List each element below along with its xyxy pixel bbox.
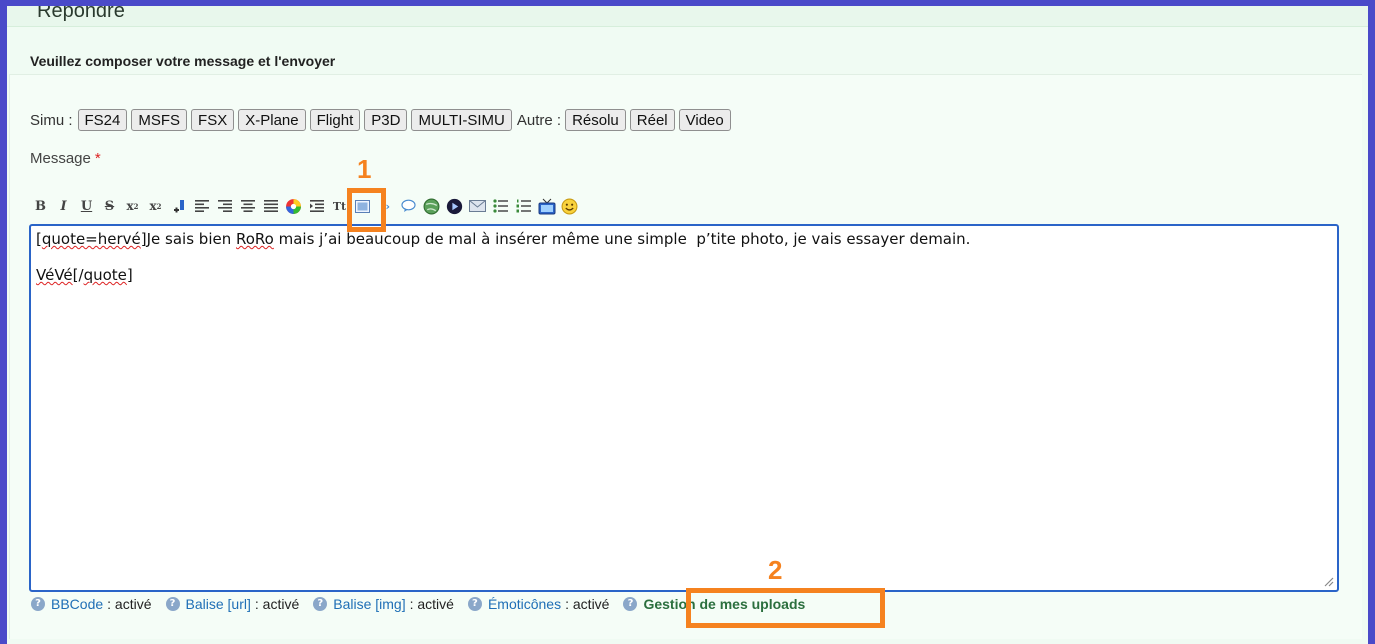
help-icon[interactable]: ? <box>467 597 482 611</box>
tag-button-multi-simu[interactable]: MULTI-SIMU <box>411 109 512 131</box>
status-img: ? Balise [img] : activé <box>313 596 454 612</box>
tag-button-reel[interactable]: Réel <box>629 109 675 131</box>
tag-button-video[interactable]: Video <box>678 109 731 131</box>
bbcode-toolbar: B I U S x2 x2 Tt ‹› <box>31 196 579 216</box>
status-url-value: : activé <box>254 596 300 612</box>
status-emoticons-name[interactable]: Émoticônes <box>488 596 561 612</box>
message-label-text: Message <box>30 150 91 167</box>
tag-button-xplane[interactable]: X-Plane <box>238 109 306 131</box>
simu-label: Simu : <box>30 111 73 129</box>
align-left-icon[interactable] <box>192 197 211 215</box>
help-icon[interactable]: ? <box>31 597 45 611</box>
italic-icon[interactable]: I <box>54 197 73 215</box>
annotation-label-1: 1 <box>357 154 372 184</box>
tag-button-msfs[interactable]: MSFS <box>131 109 188 131</box>
autre-label: Autre : <box>516 111 562 129</box>
reply-header: Répondre <box>7 6 1368 27</box>
tag-button-flight[interactable]: Flight <box>309 109 361 131</box>
quote-icon[interactable] <box>399 197 418 215</box>
align-right-icon[interactable] <box>215 197 234 215</box>
superscript-icon[interactable]: x2 <box>123 197 142 215</box>
status-bbcode-name[interactable]: BBCode <box>51 596 103 612</box>
status-url: ? Balise [url] : activé <box>165 596 300 612</box>
status-img-name[interactable]: Balise [img] <box>333 596 405 612</box>
help-icon[interactable]: ? <box>313 597 328 611</box>
align-justify-icon[interactable] <box>261 197 280 215</box>
numbered-list-icon[interactable] <box>514 197 533 215</box>
indent-icon[interactable] <box>307 197 326 215</box>
editor-text: [/ <box>72 266 84 284</box>
help-icon[interactable]: ? <box>165 597 180 611</box>
tag-button-resolu[interactable]: Résolu <box>565 109 626 131</box>
url-icon[interactable] <box>422 197 441 215</box>
annotation-box-2 <box>686 588 885 628</box>
tag-row: Simu : FS24 MSFS FSX X-Plane Flight P3D … <box>30 108 735 132</box>
status-url-name[interactable]: Balise [url] <box>186 596 251 612</box>
annotation-label-2: 2 <box>768 555 783 585</box>
bold-icon[interactable]: B <box>31 197 50 215</box>
status-img-value: : activé <box>409 596 454 612</box>
editor-line-1: [quote=hervé]Je sais bien RoRo mais j’ai… <box>36 230 1332 248</box>
subscript-icon[interactable]: x2 <box>146 197 165 215</box>
editor-text: mais j’ai beaucoup de mal à insérer même… <box>273 230 971 248</box>
message-label: Message * <box>30 150 101 167</box>
tag-button-fs24[interactable]: FS24 <box>77 109 128 131</box>
email-icon[interactable] <box>468 197 487 215</box>
reply-title: Répondre <box>37 6 125 22</box>
status-bbcode-value: : activé <box>107 596 152 612</box>
required-mark: * <box>94 150 101 167</box>
resize-grip-icon[interactable] <box>1322 575 1334 587</box>
tag-button-fsx[interactable]: FSX <box>191 109 235 131</box>
message-textarea[interactable]: [quote=hervé]Je sais bien RoRo mais j’ai… <box>29 224 1339 592</box>
bullet-list-icon[interactable] <box>491 197 510 215</box>
underline-icon[interactable]: U <box>77 197 96 215</box>
spellcheck-word: RoRo <box>236 230 274 248</box>
editor-line-2 <box>36 248 1332 266</box>
font-size-icon[interactable] <box>169 197 188 215</box>
color-icon[interactable] <box>284 197 303 215</box>
strikethrough-icon[interactable]: S <box>100 197 119 215</box>
status-emoticons-value: : activé <box>565 596 610 612</box>
spellcheck-word: quote <box>83 266 127 284</box>
spellcheck-word: VéVé <box>36 266 73 284</box>
editor-line-3: VéVé[/quote] <box>36 266 1332 284</box>
status-bbcode: ? BBCode : activé <box>31 596 152 612</box>
annotation-box-1 <box>347 188 386 232</box>
align-center-icon[interactable] <box>238 197 257 215</box>
editor-text: ]Je sais bien <box>140 230 236 248</box>
video-icon[interactable] <box>445 197 464 215</box>
tag-button-p3d[interactable]: P3D <box>364 109 408 131</box>
spellcheck-word: quote=hervé <box>41 230 141 248</box>
help-icon[interactable]: ? <box>623 597 638 611</box>
compose-heading: Veuillez composer votre message et l'env… <box>30 53 336 69</box>
editor-text: ] <box>126 266 133 284</box>
tv-icon[interactable] <box>537 197 556 215</box>
smiley-icon[interactable] <box>560 197 579 215</box>
status-emoticons: ? Émoticônes : activé <box>467 596 610 612</box>
